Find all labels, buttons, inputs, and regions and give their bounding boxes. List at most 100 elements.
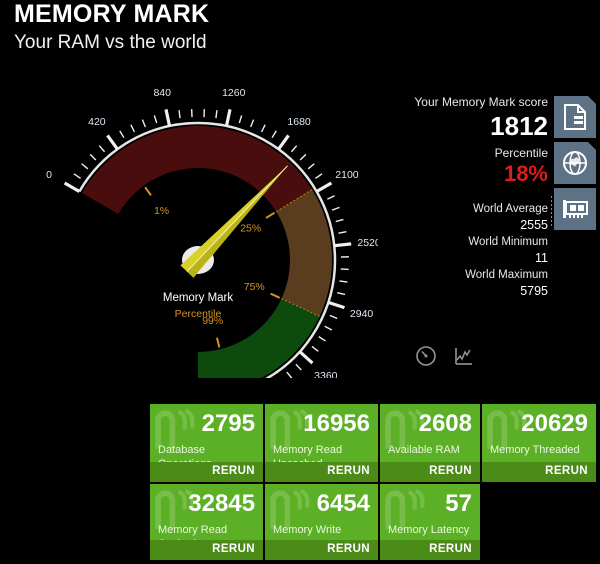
gauge-major-tick (164, 109, 172, 127)
gauge-minor-tick (249, 119, 255, 128)
gauge-tick-label: 0 (46, 169, 52, 181)
gauge-minor-tick (141, 119, 147, 128)
percentile-label: Percentile (494, 146, 548, 160)
globe-icon[interactable] (554, 142, 596, 184)
rerun-label: RERUN (327, 465, 370, 477)
gauge-tick-label: 2100 (335, 169, 359, 181)
gauge-major-tick (106, 134, 119, 151)
rerun-button[interactable]: RERUN (265, 540, 378, 560)
tile-value: 6454 (316, 490, 370, 517)
gauge-minor-tick (290, 145, 298, 153)
results-tiles: 1812 Memory Mark RERUN 2795Database Oper… (0, 400, 600, 564)
gauge-needle-shade (186, 165, 288, 278)
world-average-row: World Average 2555 (388, 201, 548, 234)
gauge-minor-tick (340, 268, 349, 271)
score-value: 1812 (490, 111, 548, 141)
score-label: Your Memory Mark score (414, 95, 548, 109)
rerun-button[interactable]: RERUN (150, 462, 263, 482)
corner-fold (588, 142, 596, 150)
world-average-label: World Average (472, 203, 548, 215)
gauge-tick-label: 1680 (287, 116, 311, 128)
tile-memory-read-uncached[interactable]: 16956Memory Read UncachedRERUN (265, 404, 378, 482)
tile-label: Available RAM (388, 444, 460, 456)
world-average-value: 2555 (520, 218, 548, 232)
rerun-button[interactable]: RERUN (482, 462, 596, 482)
tile-value: 20629 (521, 410, 588, 437)
rerun-button[interactable]: RERUN (380, 462, 480, 482)
tile-value: 2795 (201, 410, 255, 437)
score-panel: Your Memory Mark score 1812 Percentile 1… (388, 94, 548, 300)
tile-memory-read-cached[interactable]: 32845Memory Read CachedRERUN (150, 484, 263, 560)
gauge-minor-tick (307, 163, 315, 170)
gauge-minor-tick (271, 130, 277, 139)
document-report-icon[interactable] (554, 96, 596, 138)
gauge-minor-tick (335, 218, 344, 223)
tile-memory-threaded[interactable]: 20629 Memory Threaded RERUN (482, 404, 596, 482)
gauge-minor-tick (215, 110, 218, 119)
world-maximum-row: World Maximum 5795 (388, 267, 548, 300)
gauge-major-tick (334, 242, 352, 248)
gauge-tick-label: 840 (153, 87, 171, 99)
rerun-label: RERUN (212, 465, 255, 477)
tile-database-operations[interactable]: 2795Database OperationsRERUN (150, 404, 263, 482)
rerun-label: RERUN (429, 465, 472, 477)
world-minimum-value: 11 (535, 251, 548, 265)
panel-divider (551, 196, 552, 226)
gauge-tick-label: 3360 (314, 370, 338, 378)
gauge-minor-tick (315, 173, 323, 179)
tile-label: Memory Threaded (490, 444, 580, 456)
world-maximum-label: World Maximum (465, 269, 548, 281)
action-icon-stack (554, 96, 596, 230)
percentile-value: 18% (503, 161, 548, 186)
gauge-major-tick (63, 181, 81, 193)
world-minimum-label: World Minimum (468, 236, 548, 248)
gauge-icon[interactable] (415, 345, 437, 367)
rerun-button[interactable]: RERUN (265, 462, 378, 482)
gauge-minor-tick (295, 363, 302, 371)
gauge-band (81, 126, 312, 214)
tile-value: 2608 (418, 410, 472, 437)
tile-memory-latency[interactable]: 57 Memory Latency RERUN (380, 484, 480, 560)
gauge-minor-tick (119, 130, 125, 139)
rerun-button[interactable]: RERUN (150, 540, 263, 560)
ram-module-icon[interactable] (554, 188, 596, 230)
gauge-minor-tick (299, 153, 307, 161)
gauge-tick-label: 420 (88, 116, 106, 128)
gauge-minor-tick (130, 124, 136, 133)
gauge-major-tick (298, 350, 314, 365)
rerun-button[interactable]: RERUN (380, 540, 480, 560)
gauge-percentile-tick (265, 211, 276, 219)
header: MEMORY MARK Your RAM vs the world (0, 0, 600, 62)
gauge-percentile-label: 25% (240, 222, 261, 234)
gauge-major-tick (224, 109, 232, 127)
gauge-major-tick (277, 134, 290, 151)
page-subtitle: Your RAM vs the world (14, 32, 207, 53)
gauge-minor-tick (73, 173, 81, 179)
tile-label: Memory Write (273, 524, 342, 536)
gauge-minor-tick (260, 124, 266, 133)
gauge-minor-tick (286, 371, 293, 378)
world-minimum-row: World Minimum 11 (388, 234, 548, 267)
gauge-minor-tick (311, 345, 319, 352)
tile-value: 57 (445, 490, 472, 517)
world-maximum-value: 5795 (520, 284, 548, 298)
tile-available-ram[interactable]: 2608 Available RAM RERUN (380, 404, 480, 482)
gauge-center-label: Memory Mark (162, 292, 234, 304)
memory-mark-gauge: 0420840126016802100252029403360378042001… (28, 78, 378, 388)
page-title: MEMORY MARK (14, 0, 210, 28)
gauge-svg: 0420840126016802100252029403360378042001… (46, 87, 378, 378)
gauge-major-tick (315, 181, 333, 193)
gauge-minor-tick (318, 336, 326, 342)
rerun-label: RERUN (429, 543, 472, 555)
gauge-minor-tick (81, 163, 89, 170)
gauge-minor-tick (339, 280, 348, 283)
chart-icon[interactable] (453, 345, 475, 367)
gauge-percentile-label: 1% (154, 205, 169, 217)
gauge-tick-label: 2520 (357, 237, 378, 249)
gauge-minor-tick (324, 325, 333, 331)
tile-value: 32845 (188, 490, 255, 517)
gauge-center-sublabel: Percentile (174, 308, 222, 320)
tile-value: 16956 (303, 410, 370, 437)
gauge-minor-tick (153, 115, 158, 124)
tile-memory-write[interactable]: 6454 Memory Write RERUN (265, 484, 378, 560)
